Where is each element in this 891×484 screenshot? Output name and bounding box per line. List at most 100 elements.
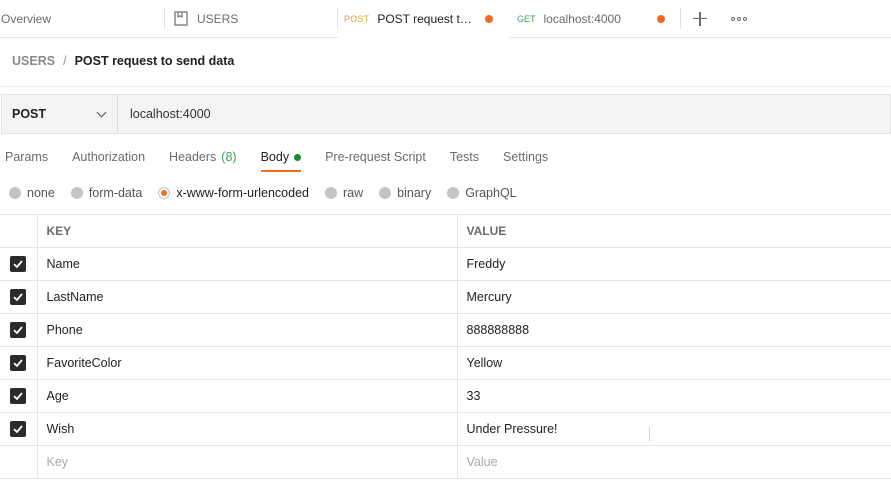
body-params-table: KEY VALUE Name Freddy LastName Mercury P… — [0, 214, 891, 479]
row-checkbox[interactable] — [10, 256, 27, 272]
method-select-value: POST — [12, 107, 47, 121]
row-checkbox[interactable] — [10, 355, 27, 371]
tab-prerequest-label: Pre-request Script — [325, 150, 426, 164]
row-key[interactable]: Name — [37, 247, 458, 281]
breadcrumb: USERS / POST request to send data — [12, 54, 234, 68]
tab-users-label: USERS — [197, 11, 239, 26]
row-checkbox[interactable] — [10, 322, 27, 338]
headers-count: (8) — [221, 150, 237, 164]
tab-get-label: localhost:4000 — [543, 11, 621, 26]
table-row: Name Freddy — [0, 247, 891, 281]
tab-authorization-label: Authorization — [72, 150, 146, 164]
radio-raw[interactable]: raw — [325, 186, 363, 200]
table-header-row: KEY VALUE — [0, 214, 891, 248]
request-name[interactable]: POST request to send data — [75, 54, 235, 68]
body-type-options: none form-data x-www-form-urlencoded raw… — [9, 186, 533, 200]
unsaved-dot-icon — [657, 15, 665, 23]
radio-label: none — [27, 186, 55, 200]
new-row-check-cell — [0, 445, 38, 479]
tab-settings-label: Settings — [503, 150, 549, 164]
new-key-input[interactable]: Key — [37, 445, 458, 479]
new-value-input[interactable]: Value — [457, 445, 891, 479]
radio-icon — [9, 187, 21, 199]
table-row: Age 33 — [0, 379, 891, 413]
row-key[interactable]: LastName — [37, 280, 458, 314]
radio-x-www-form-urlencoded[interactable]: x-www-form-urlencoded — [158, 186, 309, 200]
row-value[interactable]: Mercury — [457, 280, 891, 314]
tab-params[interactable]: Params — [5, 150, 48, 171]
tab-post-request[interactable]: POST POST request to ... — [338, 0, 509, 38]
row-checkbox[interactable] — [10, 289, 27, 305]
tab-settings[interactable]: Settings — [503, 150, 548, 171]
tab-get-request[interactable]: GET localhost:4000 — [509, 0, 681, 37]
breadcrumb-collection[interactable]: USERS — [12, 54, 55, 68]
radio-icon — [70, 187, 83, 199]
tab-tests[interactable]: Tests — [450, 150, 479, 171]
tab-prerequest-script[interactable]: Pre-request Script — [325, 150, 426, 171]
radio-label: GraphQL — [465, 186, 517, 200]
row-value[interactable]: Freddy — [457, 247, 891, 281]
tab-tests-label: Tests — [449, 150, 479, 164]
checkmark-icon — [13, 260, 23, 269]
radio-form-data[interactable]: form-data — [70, 186, 143, 200]
request-bar: POST — [1, 94, 891, 134]
row-checkbox[interactable] — [10, 388, 27, 404]
row-key[interactable]: Phone — [37, 313, 458, 347]
table-new-row: Key Value — [0, 445, 891, 479]
more-options-icon[interactable] — [731, 16, 747, 21]
tab-body-label: Body — [260, 150, 290, 164]
request-tabs: Params Authorization Headers (8) Body Pr… — [5, 150, 572, 172]
radio-icon — [447, 187, 460, 199]
unsaved-dot-icon — [485, 15, 493, 23]
chevron-down-icon — [96, 107, 107, 117]
tab-method-badge: GET — [517, 13, 536, 24]
divider — [0, 86, 891, 87]
checkmark-icon — [13, 359, 23, 368]
tab-body[interactable]: Body — [260, 150, 302, 172]
row-value[interactable]: Yellow — [457, 346, 891, 380]
breadcrumb-separator: / — [63, 54, 67, 68]
checkmark-icon — [13, 293, 23, 302]
row-key[interactable]: FavoriteColor — [37, 346, 458, 380]
radio-label: form-data — [88, 186, 143, 200]
radio-none[interactable]: none — [9, 186, 55, 200]
table-row: Phone 888888888 — [0, 313, 891, 347]
tab-authorization[interactable]: Authorization — [72, 150, 145, 171]
header-check-cell — [0, 214, 38, 248]
tab-users[interactable]: USERS — [165, 0, 338, 37]
table-row: FavoriteColor Yellow — [0, 346, 891, 380]
tab-headers[interactable]: Headers (8) — [169, 150, 237, 171]
radio-icon — [325, 187, 337, 199]
table-row: Wish Under Pressure! — [0, 412, 891, 446]
radio-selected-icon — [158, 187, 171, 199]
row-value[interactable]: Under Pressure! — [457, 412, 891, 446]
radio-label: x-www-form-urlencoded — [176, 186, 309, 200]
radio-label: raw — [343, 186, 364, 200]
radio-label: binary — [397, 186, 432, 200]
method-select[interactable]: POST — [2, 95, 118, 133]
tab-overview[interactable]: Overview — [0, 0, 165, 37]
row-key[interactable]: Age — [37, 379, 458, 413]
table-row: LastName Mercury — [0, 280, 891, 314]
radio-binary[interactable]: binary — [379, 186, 431, 200]
header-key: KEY — [37, 214, 458, 248]
collection-icon — [174, 11, 188, 26]
tab-params-label: Params — [5, 150, 49, 164]
checkmark-icon — [13, 425, 23, 434]
new-tab-plus-icon[interactable] — [693, 11, 707, 26]
text-cursor-icon — [649, 427, 652, 441]
tab-method-badge: POST — [344, 13, 370, 24]
row-key[interactable]: Wish — [37, 412, 458, 446]
checkmark-icon — [13, 326, 23, 335]
row-value[interactable]: 888888888 — [457, 313, 891, 347]
tab-headers-label: Headers — [169, 150, 217, 164]
row-checkbox[interactable] — [10, 421, 27, 437]
tab-bar: Overview USERS POST POST request to ... … — [0, 0, 891, 38]
tab-overview-label: Overview — [1, 11, 52, 26]
body-active-dot-icon — [294, 153, 302, 161]
checkmark-icon — [13, 392, 23, 401]
row-value[interactable]: 33 — [457, 379, 891, 413]
radio-icon — [379, 187, 392, 199]
url-input[interactable] — [118, 95, 890, 133]
radio-graphql[interactable]: GraphQL — [447, 186, 517, 200]
